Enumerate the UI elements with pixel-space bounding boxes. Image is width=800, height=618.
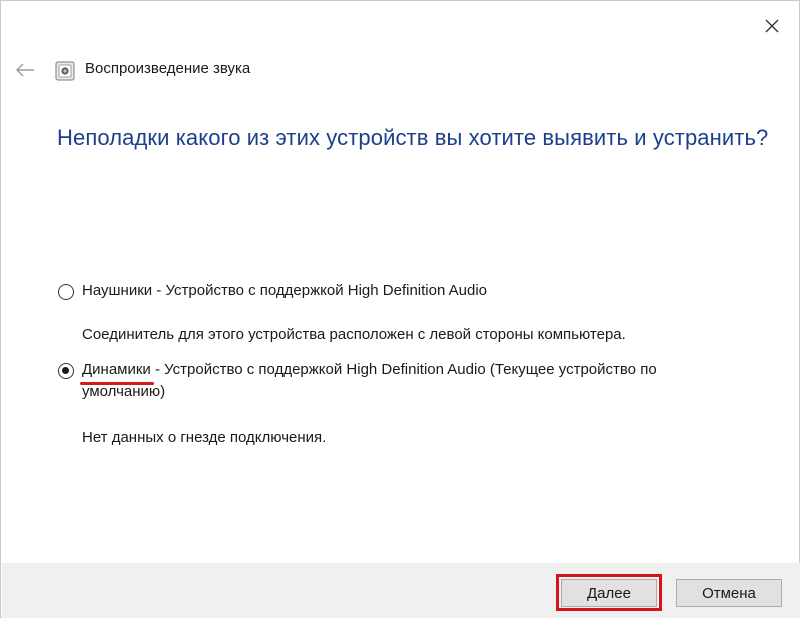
- option-headphones-name: Наушники: [82, 282, 153, 299]
- wizard-title: Воспроизведение звука: [85, 60, 251, 77]
- cancel-button[interactable]: Отмена: [676, 579, 782, 607]
- next-button[interactable]: Далее: [561, 579, 657, 607]
- troubleshooter-window: Воспроизведение звука Неполадки какого и…: [0, 0, 800, 618]
- back-button[interactable]: [11, 57, 39, 83]
- red-underline: [80, 382, 154, 385]
- close-icon: [765, 19, 779, 33]
- option-headphones-hint: Соединитель для этого устройства располо…: [82, 326, 626, 343]
- sound-troubleshooter-icon: [55, 61, 75, 81]
- option-headphones-label[interactable]: Наушники - Устройство с поддержкой High …: [82, 280, 487, 302]
- radio-headphones[interactable]: [58, 284, 74, 300]
- radio-selected-dot: [62, 367, 69, 374]
- option-speakers-name-highlight: Динамики: [80, 359, 154, 385]
- option-speakers-description-cont: умолчанию): [82, 383, 166, 400]
- close-button[interactable]: [755, 9, 789, 43]
- option-speakers-name: Динамики: [82, 361, 151, 378]
- page-heading: Неполадки какого из этих устройств вы хо…: [57, 125, 769, 150]
- option-speakers-description: - Устройство с поддержкой High Definitio…: [150, 361, 657, 378]
- back-arrow-icon: [16, 63, 34, 77]
- radio-speakers[interactable]: [58, 363, 74, 379]
- option-headphones-description: - Устройство с поддержкой High Definitio…: [152, 282, 488, 299]
- option-speakers-hint: Нет данных о гнезде подключения.: [82, 429, 327, 446]
- option-speakers-label[interactable]: Динамики - Устройство с поддержкой High …: [80, 359, 762, 403]
